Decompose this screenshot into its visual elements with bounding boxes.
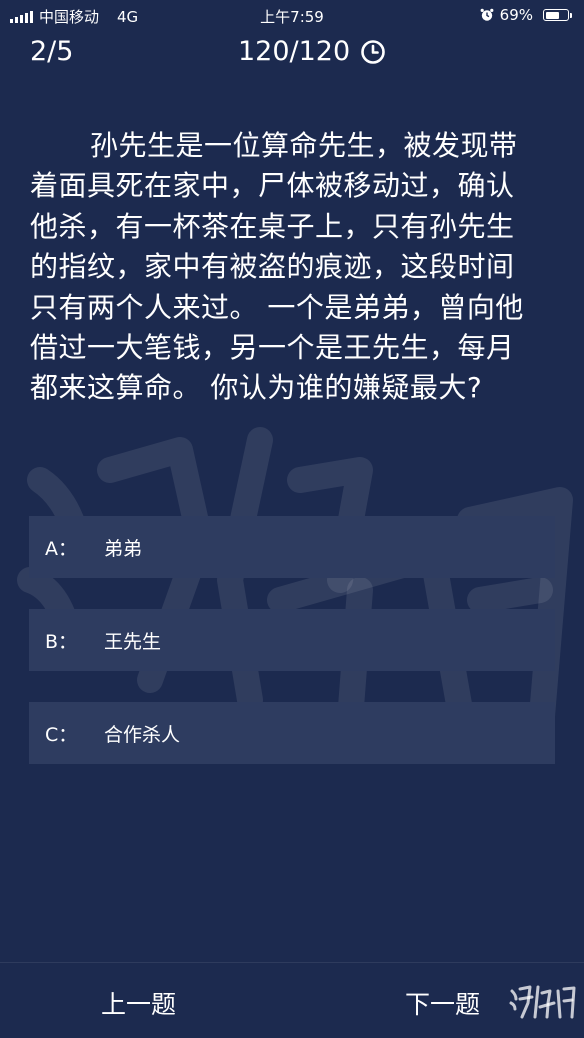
question-text: 孙先生是一位算命先生，被发现带着面具死在家中，尸体被移动过，确认他杀，有一杯茶在… bbox=[30, 129, 524, 405]
clock-icon bbox=[361, 39, 385, 64]
option-letter: B： bbox=[45, 630, 78, 653]
question-progress: 2/5 bbox=[30, 36, 74, 67]
option-c[interactable]: C： 合作杀人 bbox=[29, 702, 555, 764]
watermark-corner-logo bbox=[509, 985, 576, 1019]
option-text: 弟弟 bbox=[104, 537, 143, 560]
option-a[interactable]: A： 弟弟 bbox=[29, 516, 555, 578]
prev-question-button[interactable]: 上一题 bbox=[101, 985, 176, 1021]
quiz-screen: 中国移动 4G 上午7:59 69% 2/5 120/120 孙先生是一位算命先… bbox=[0, 0, 584, 1038]
alarm-clock-icon bbox=[480, 8, 494, 21]
battery-percent: 69% bbox=[499, 6, 533, 24]
option-text: 王先生 bbox=[104, 630, 162, 653]
battery-icon bbox=[543, 9, 572, 21]
countdown-timer: 120/120 bbox=[238, 36, 386, 67]
bottom-nav: 上一题 下一题 bbox=[0, 962, 584, 1038]
timer-value: 120/120 bbox=[238, 36, 351, 67]
status-right: 69% bbox=[480, 6, 572, 24]
next-question-button[interactable]: 下一题 bbox=[405, 985, 480, 1021]
option-b[interactable]: B： 王先生 bbox=[29, 609, 555, 671]
option-letter: A： bbox=[45, 537, 77, 560]
status-bar: 中国移动 4G 上午7:59 69% bbox=[0, 0, 584, 30]
option-letter: C： bbox=[45, 723, 78, 746]
option-text: 合作杀人 bbox=[104, 723, 181, 746]
